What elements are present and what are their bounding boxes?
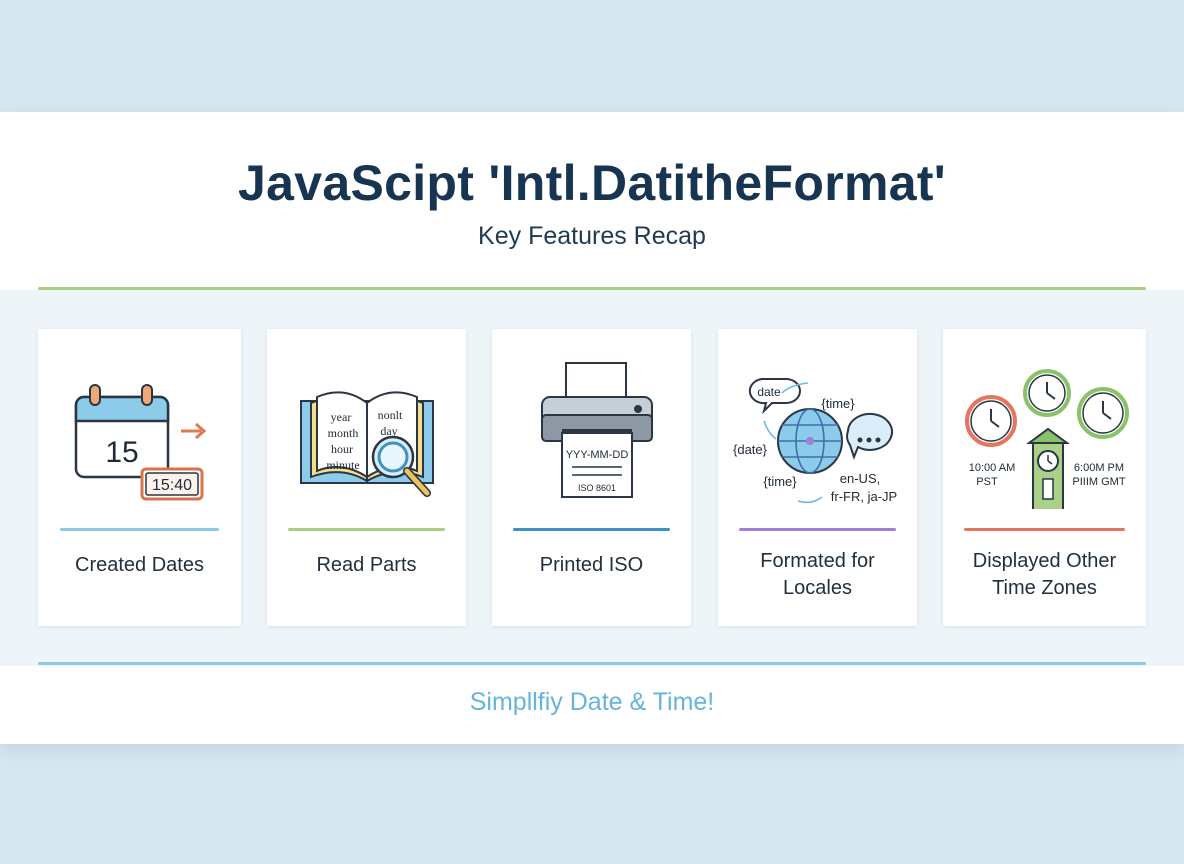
svg-text:PST: PST <box>976 476 998 488</box>
svg-text:{time}: {time} <box>763 474 797 489</box>
feature-card-time-zones: 10:00 AM PST 6:00M PM PIIIM GMT Displaye… <box>943 329 1146 626</box>
footer-tagline: Simpllfiy Date & Time! <box>469 688 715 716</box>
svg-text:ISO 8601: ISO 8601 <box>578 483 616 493</box>
slide: JavaScipt 'Intl.DatitheFormat' Key Featu… <box>0 112 1184 744</box>
page-subtitle: Key Features Recap <box>478 222 706 250</box>
printer-icon: YYY-MM-DD ISO 8601 <box>541 362 653 498</box>
svg-text:10:00 AM: 10:00 AM <box>969 462 1015 474</box>
card-accent-bar <box>60 528 219 531</box>
calendar-day: 15 <box>105 436 138 469</box>
svg-text:minute: minute <box>326 458 359 472</box>
feature-label: Read Parts <box>316 554 417 576</box>
svg-text:nonlt: nonlt <box>378 408 403 422</box>
svg-text:hour: hour <box>331 442 353 456</box>
feature-label: Printed ISO <box>539 554 644 576</box>
svg-text:{date}: {date} <box>733 442 768 457</box>
svg-text:PIIIM GMT: PIIIM GMT <box>1072 476 1125 488</box>
svg-text:date: date <box>757 385 781 399</box>
clock-time: 15:40 <box>152 477 192 494</box>
card-accent-bar <box>288 528 445 531</box>
svg-text:6:00M PM: 6:00M PM <box>1074 462 1124 474</box>
feature-label: Formated for Locales <box>760 550 875 599</box>
card-accent-bar <box>513 528 670 531</box>
svg-text:YYY-MM-DD: YYY-MM-DD <box>566 449 629 461</box>
svg-text:year: year <box>331 410 352 424</box>
card-accent-bar <box>964 528 1125 531</box>
header: JavaScipt 'Intl.DatitheFormat' Key Featu… <box>0 112 1184 288</box>
header-divider <box>38 287 1146 290</box>
globe-locales-icon: date {time} {date} {time} en-US, fr-FR, … <box>733 378 897 504</box>
svg-text:month: month <box>328 426 359 440</box>
world-clocks-icon: 10:00 AM PST 6:00M PM PIIIM GMT <box>965 369 1129 509</box>
book-magnifier-icon: year month hour minute nonlt day <box>300 391 434 497</box>
feature-card-locales: date {time} {date} {time} en-US, fr-FR, … <box>718 329 917 626</box>
feature-card-created-dates: 15 15:40 Created Dates <box>38 329 241 626</box>
calendar-clock-icon: 15 15:40 <box>74 384 207 501</box>
card-accent-bar <box>739 528 896 531</box>
footer-divider <box>38 662 1146 665</box>
feature-card-printed-iso: YYY-MM-DD ISO 8601 Printed ISO <box>492 329 691 626</box>
feature-label: Displayed Other Time Zones <box>972 550 1117 599</box>
feature-card-read-parts: year month hour minute nonlt day Read Pa… <box>267 329 466 626</box>
page-title: JavaScipt 'Intl.DatitheFormat' <box>238 155 946 211</box>
svg-text:en-US,: en-US, <box>840 471 880 486</box>
feature-label: Created Dates <box>75 554 204 576</box>
svg-text:{time}: {time} <box>821 396 855 411</box>
svg-text:fr-FR, ja-JP: fr-FR, ja-JP <box>831 489 897 504</box>
